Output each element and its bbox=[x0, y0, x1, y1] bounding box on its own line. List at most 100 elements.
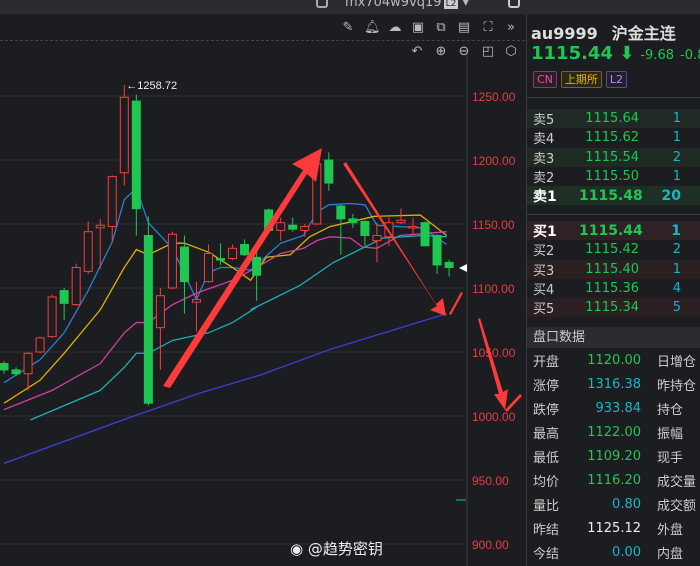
layers-icon[interactable] bbox=[508, 0, 520, 8]
level-label: 卖4 bbox=[533, 132, 555, 148]
level-volume: 1 bbox=[672, 169, 681, 185]
candle-down bbox=[59, 290, 69, 304]
level-price: 1115.54 bbox=[585, 149, 639, 165]
stats-row: 最低 1109.20 现手 bbox=[527, 444, 700, 468]
candle-up bbox=[107, 176, 117, 228]
order-book-row[interactable]: 买2 1115.42 2 bbox=[527, 240, 700, 260]
candle-up bbox=[23, 352, 33, 375]
order-book-row[interactable]: 买4 1115.36 4 bbox=[527, 278, 700, 299]
candle-up bbox=[119, 96, 129, 174]
level-volume: 1 bbox=[671, 222, 681, 239]
stat-value: 0.00 bbox=[612, 544, 641, 560]
candle-up bbox=[167, 233, 177, 289]
user-account[interactable]: mx704w9vq19 L2 ▾ bbox=[345, 0, 469, 10]
candle-up bbox=[155, 295, 165, 329]
candle-up bbox=[228, 247, 238, 260]
stats-row: 开盘 1120.00 日增仓 bbox=[527, 348, 700, 372]
order-book-row[interactable]: 买3 1115.40 1 bbox=[527, 259, 700, 279]
level-price: 1115.50 bbox=[585, 169, 639, 185]
tag-cn: CN bbox=[533, 71, 557, 88]
stats-row: 均价 1116.20 成交量 bbox=[527, 468, 700, 492]
candle-up bbox=[47, 296, 57, 338]
stat-label-right: 成交额 bbox=[657, 498, 697, 514]
order-book-row[interactable]: 买5 1115.34 5 bbox=[527, 298, 700, 318]
ma60-line bbox=[3, 312, 447, 464]
stat-label: 昨结 bbox=[533, 522, 560, 538]
y-tick-label: 950.00 bbox=[472, 474, 509, 488]
down-arrow-icon: ⬇ bbox=[619, 43, 635, 64]
stats-row: 涨停 1316.38 昨持仓 bbox=[527, 372, 700, 396]
ask-book: 卖5 1115.64 1 卖4 1115.62 1 卖3 1115.54 2 卖2 1115.50 1… bbox=[527, 109, 700, 206]
level-label: 买4 bbox=[533, 283, 555, 299]
stat-label: 量比 bbox=[533, 498, 560, 514]
order-book-row[interactable]: 卖3 1115.54 2 bbox=[527, 147, 700, 167]
ma40-line bbox=[30, 234, 447, 421]
level-label: 卖3 bbox=[533, 151, 555, 167]
stats-row: 昨结 1125.12 外盘 bbox=[527, 516, 700, 540]
stat-label-right: 持仓 bbox=[657, 402, 684, 418]
level-price: 1115.40 bbox=[585, 261, 639, 277]
order-book-row[interactable]: 卖2 1115.50 1 bbox=[527, 166, 700, 187]
candle-down bbox=[444, 261, 454, 269]
candle-down bbox=[179, 246, 189, 283]
level-label: 买2 bbox=[533, 244, 555, 260]
plot-area[interactable]: 1250.00 1200.00 1150.00 1100.00 1050.00 1000.… bbox=[0, 14, 525, 566]
tag-l2: L2 bbox=[605, 71, 628, 88]
annotation-arrows bbox=[163, 148, 522, 412]
candle-down bbox=[432, 235, 442, 266]
kline-chart[interactable]: ✎ 🔔︎ ☁︎ ▣ ⧉ ▤ ⛶ » ↶ ⊕ ⊖ ◰ ⬡ 1250.00 1200.… bbox=[0, 14, 525, 566]
candle-down bbox=[420, 222, 430, 247]
order-book-row[interactable]: 买1 1115.44 1 bbox=[527, 221, 700, 241]
y-tick-label: 1200.00 bbox=[472, 154, 516, 168]
high-price-label: ←1258.72 bbox=[126, 80, 177, 92]
candle-down bbox=[240, 243, 250, 256]
level-volume: 20 bbox=[661, 187, 681, 204]
stat-label-right: 现手 bbox=[657, 450, 684, 466]
candle-down bbox=[336, 205, 346, 220]
stat-label: 今结 bbox=[533, 546, 560, 562]
level-volume: 5 bbox=[672, 300, 681, 316]
order-book-row[interactable]: 卖5 1115.64 1 bbox=[527, 109, 700, 129]
level-price: 1115.42 bbox=[585, 242, 639, 258]
order-book-row[interactable]: 卖1 1115.48 20 bbox=[527, 186, 700, 206]
last-price: 1115.44 ⬇ -9.68 -0.86 bbox=[531, 43, 700, 64]
bid-book: 买1 1115.44 1 买2 1115.42 2 买3 1115.40 1 买4 1115.36 4… bbox=[527, 221, 700, 318]
level-price: 1115.36 bbox=[585, 281, 639, 297]
candle-up bbox=[95, 224, 105, 229]
stats-row: 量比 0.80 成交额 bbox=[527, 492, 700, 516]
y-tick-label: 1000.00 bbox=[472, 410, 516, 424]
level-label: 买3 bbox=[533, 263, 555, 279]
candle-down bbox=[143, 235, 153, 404]
weibo-logo-icon: ◉ bbox=[290, 540, 304, 558]
quote-panel: au9999 沪金主连 1115.44 ⬇ -9.68 -0.86 CN 上期所 L2… bbox=[526, 14, 700, 566]
order-book-row[interactable]: 卖4 1115.62 1 bbox=[527, 128, 700, 148]
level-volume: 1 bbox=[672, 130, 681, 146]
y-tick-label: 1100.00 bbox=[472, 282, 515, 296]
candle-up bbox=[71, 267, 81, 306]
price-change: -9.68 bbox=[640, 48, 674, 63]
level-volume: 2 bbox=[672, 242, 681, 258]
stat-value: 1122.00 bbox=[587, 424, 641, 440]
level-price: 1115.34 bbox=[585, 300, 639, 316]
stat-label-right: 昨持仓 bbox=[657, 378, 697, 394]
candle-down bbox=[252, 256, 262, 276]
price-change-pct: -0.86 bbox=[680, 48, 700, 63]
level-label: 卖5 bbox=[533, 113, 555, 129]
candle-down bbox=[324, 159, 334, 184]
y-tick-label: 900.00 bbox=[472, 538, 509, 552]
stat-label: 最低 bbox=[533, 450, 560, 466]
ma10-line bbox=[3, 214, 448, 404]
candle-up bbox=[396, 219, 406, 224]
level-volume: 1 bbox=[672, 261, 681, 277]
candle-down bbox=[216, 258, 226, 261]
candle-down bbox=[348, 218, 358, 224]
stat-label-right: 振幅 bbox=[657, 426, 684, 442]
app-icon[interactable] bbox=[316, 0, 328, 8]
level-volume: 1 bbox=[672, 111, 681, 127]
watermark: ◉ @趋势密钥 bbox=[290, 540, 383, 558]
level-label: 买5 bbox=[533, 302, 555, 318]
stat-value: 1125.12 bbox=[587, 520, 641, 536]
thin-arrow-annotation bbox=[478, 318, 508, 410]
level-label: 买1 bbox=[533, 223, 557, 240]
top-bar: mx704w9vq19 L2 ▾ bbox=[0, 0, 700, 14]
